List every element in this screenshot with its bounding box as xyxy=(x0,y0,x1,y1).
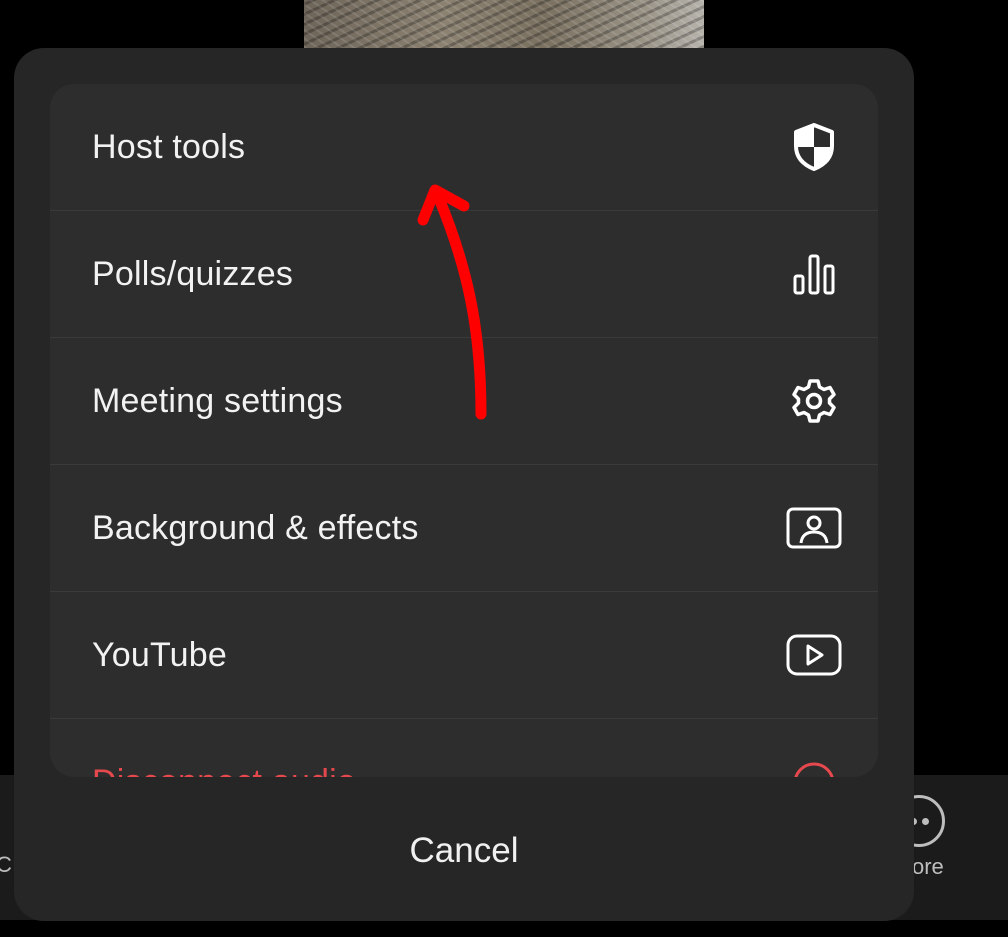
menu-item-disconnect-audio[interactable]: Disconnect audio xyxy=(50,719,878,777)
toolbar-item-label-left: C xyxy=(0,852,12,877)
menu-item-host-tools[interactable]: Host tools xyxy=(50,84,878,211)
menu-item-label: Background & effects xyxy=(92,508,419,547)
menu-item-label: Host tools xyxy=(92,127,246,166)
menu-item-background-effects[interactable]: Background & effects xyxy=(50,465,878,592)
menu-item-label: Meeting settings xyxy=(92,381,343,420)
toolbar-more-label: ore xyxy=(912,854,944,879)
cancel-button[interactable]: Cancel xyxy=(14,790,914,912)
menu-list: Host tools Polls/quizzes Meeting setting… xyxy=(50,84,878,777)
video-thumbnail xyxy=(304,0,704,48)
menu-item-label: Polls/quizzes xyxy=(92,254,294,293)
shield-icon xyxy=(786,119,842,175)
circle-icon xyxy=(786,755,842,777)
bar-chart-icon xyxy=(786,246,842,302)
play-icon xyxy=(786,627,842,683)
menu-item-youtube[interactable]: YouTube xyxy=(50,592,878,719)
gear-icon xyxy=(786,373,842,429)
person-frame-icon xyxy=(786,500,842,556)
menu-item-polls[interactable]: Polls/quizzes xyxy=(50,211,878,338)
menu-item-label: Disconnect audio xyxy=(92,763,786,777)
menu-item-label: YouTube xyxy=(92,635,228,674)
menu-item-meeting-settings[interactable]: Meeting settings xyxy=(50,338,878,465)
